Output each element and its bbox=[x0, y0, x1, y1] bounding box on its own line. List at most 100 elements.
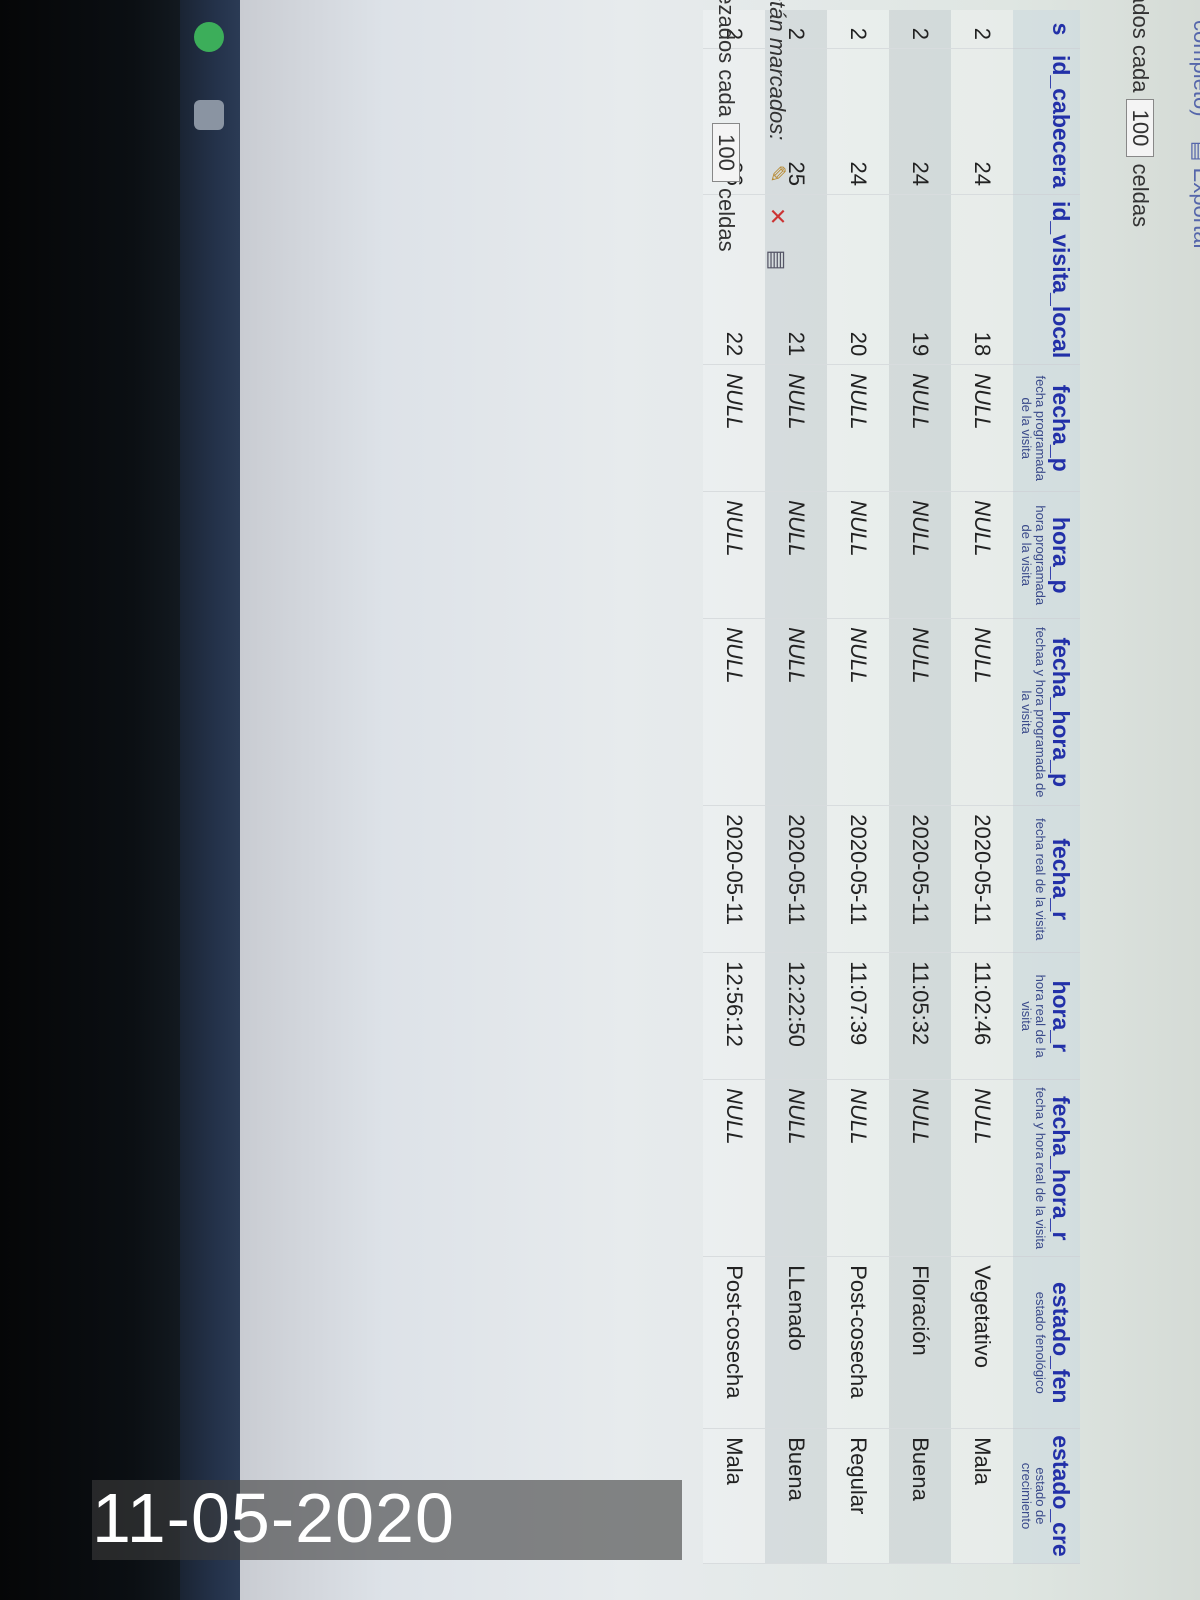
table-cell-fecha-hora-p[interactable]: NULL bbox=[765, 618, 827, 806]
repeat-headers-control-bottom: bezados cada 100 celdas bbox=[712, 0, 740, 252]
column-description: fecha y hora real de la visita bbox=[1033, 1087, 1048, 1250]
table-cell-s[interactable]: 2 bbox=[889, 10, 951, 49]
column-header-fecha-hora-p[interactable]: fecha_hora_p fechaa y hora programada de … bbox=[1013, 618, 1080, 806]
table-cell-hora-r[interactable]: 12:22:50 bbox=[765, 952, 827, 1080]
taskbar bbox=[180, 0, 240, 1600]
repeat-headers-bottom-prefix: bezados cada bbox=[714, 0, 739, 117]
table-cell-hora-p[interactable]: NULL bbox=[765, 491, 827, 619]
column-name[interactable]: id_visita_local bbox=[1048, 201, 1074, 358]
column-name[interactable]: fecha_r bbox=[1048, 838, 1074, 920]
marked-label: stán marcados: bbox=[765, 0, 790, 141]
edit-icon[interactable]: ✎ bbox=[764, 165, 790, 183]
column-header-fecha-p[interactable]: fecha_p fecha programada de la visita bbox=[1013, 364, 1080, 492]
table-cell-fecha-hora-r[interactable]: NULL bbox=[951, 1079, 1013, 1257]
top-links: completo) ▤ Exportar bbox=[1188, 20, 1200, 251]
table-cell-estado-cre[interactable]: Mala bbox=[703, 1428, 765, 1564]
table-cell-estado-cre[interactable]: Buena bbox=[765, 1428, 827, 1564]
table-cell-fecha-p[interactable]: NULL bbox=[703, 364, 765, 492]
column-name[interactable]: s bbox=[1048, 23, 1074, 36]
table-cell-id-cabecera[interactable]: 24 bbox=[827, 48, 889, 195]
table-cell-fecha-p[interactable]: NULL bbox=[889, 364, 951, 492]
table-cell-id-cabecera[interactable]: 24 bbox=[889, 48, 951, 195]
table-cell-fecha-r[interactable]: 2020-05-11 bbox=[889, 805, 951, 953]
table-cell-fecha-p[interactable]: NULL bbox=[827, 364, 889, 492]
table-cell-fecha-r[interactable]: 2020-05-11 bbox=[765, 805, 827, 953]
table-cell-hora-p[interactable]: NULL bbox=[951, 491, 1013, 619]
table-cell-fecha-r[interactable]: 2020-05-11 bbox=[827, 805, 889, 953]
table-cell-fecha-hora-p[interactable]: NULL bbox=[889, 618, 951, 806]
column-name[interactable]: fecha_p bbox=[1048, 385, 1074, 472]
table-row[interactable]: 2 24 19 NULL NULL NULL 2020-05-11 11:05:32 NULL F… bbox=[889, 10, 951, 1564]
column-header-estado-cre[interactable]: estado_cre estado de crecimiento bbox=[1013, 1428, 1080, 1564]
table-cell-id-visita-local[interactable]: 20 bbox=[827, 194, 889, 365]
column-header-hora-r[interactable]: hora_r hora real de la visita bbox=[1013, 952, 1080, 1080]
table-cell-estado-fen[interactable]: Floración bbox=[889, 1256, 951, 1429]
column-description: fecha programada de la visita bbox=[1019, 375, 1048, 481]
table-cell-fecha-hora-r[interactable]: NULL bbox=[889, 1079, 951, 1257]
table-row[interactable]: 2 24 18 NULL NULL NULL 2020-05-11 11:02:46 NULL V… bbox=[951, 10, 1013, 1564]
table-cell-hora-p[interactable]: NULL bbox=[827, 491, 889, 619]
delete-icon[interactable]: ✕ bbox=[764, 207, 790, 225]
column-header-id-visita-local[interactable]: id_visita_local bbox=[1013, 194, 1080, 365]
column-header-s[interactable]: s bbox=[1013, 10, 1080, 49]
table-cell-estado-fen[interactable]: Post-cosecha bbox=[703, 1256, 765, 1429]
export-link[interactable]: Exportar bbox=[1189, 168, 1200, 251]
table-cell-estado-fen[interactable]: Post-cosecha bbox=[827, 1256, 889, 1429]
results-table: s id_cabecera id_visita_local fecha_p fecha … bbox=[703, 10, 1080, 1564]
column-header-estado-fen[interactable]: estado_fen estado fenológico bbox=[1013, 1256, 1080, 1429]
table-cell-hora-r[interactable]: 11:05:32 bbox=[889, 952, 951, 1080]
table-cell-id-cabecera[interactable]: 24 bbox=[951, 48, 1013, 195]
column-name[interactable]: fecha_hora_r bbox=[1048, 1096, 1074, 1240]
monitor-bezel bbox=[0, 0, 190, 1600]
table-cell-hora-p[interactable]: NULL bbox=[703, 491, 765, 619]
column-description: hora real de la visita bbox=[1019, 974, 1048, 1058]
marked-actions: stán marcados: ✎ ✕ ▤ bbox=[764, 0, 790, 270]
table-cell-s[interactable]: 2 bbox=[827, 10, 889, 49]
browser-screen: completo) ▤ Exportar zados cada 100 celd… bbox=[240, 0, 1200, 1600]
table-cell-fecha-hora-r[interactable]: NULL bbox=[765, 1079, 827, 1257]
table-row[interactable]: 2 24 20 NULL NULL NULL 2020-05-11 11:07:39 NULL P… bbox=[827, 10, 889, 1564]
column-name[interactable]: estado_cre bbox=[1048, 1435, 1074, 1556]
column-header-hora-p[interactable]: hora_p hora programada de la visita bbox=[1013, 491, 1080, 619]
table-cell-fecha-hora-p[interactable]: NULL bbox=[827, 618, 889, 806]
column-description: fecha real de la visita bbox=[1033, 818, 1048, 941]
table-cell-fecha-hora-p[interactable]: NULL bbox=[951, 618, 1013, 806]
export-selected-icon[interactable]: ▤ bbox=[764, 250, 790, 271]
table-cell-estado-cre[interactable]: Mala bbox=[951, 1428, 1013, 1564]
column-description: estado fenológico bbox=[1033, 1291, 1048, 1394]
column-name[interactable]: fecha_hora_p bbox=[1048, 637, 1074, 787]
column-name[interactable]: hora_p bbox=[1048, 517, 1074, 594]
table-cell-hora-r[interactable]: 11:07:39 bbox=[827, 952, 889, 1080]
table-cell-estado-fen[interactable]: LLenado bbox=[765, 1256, 827, 1429]
column-header-fecha-r[interactable]: fecha_r fecha real de la visita bbox=[1013, 805, 1080, 953]
app-icon-gray[interactable] bbox=[194, 100, 224, 130]
table-cell-fecha-r[interactable]: 2020-05-11 bbox=[951, 805, 1013, 953]
table-cell-fecha-hora-r[interactable]: NULL bbox=[827, 1079, 889, 1257]
table-cell-fecha-hora-p[interactable]: NULL bbox=[703, 618, 765, 806]
column-name[interactable]: id_cabecera bbox=[1048, 55, 1074, 188]
column-name[interactable]: hora_r bbox=[1048, 980, 1074, 1052]
table-cell-hora-p[interactable]: NULL bbox=[889, 491, 951, 619]
table-cell-fecha-p[interactable]: NULL bbox=[765, 364, 827, 492]
table-cell-fecha-p[interactable]: NULL bbox=[951, 364, 1013, 492]
repeat-headers-input[interactable]: 100 bbox=[1126, 98, 1154, 158]
column-name[interactable]: estado_fen bbox=[1048, 1282, 1074, 1403]
complete-link[interactable]: completo) bbox=[1189, 20, 1200, 117]
repeat-headers-control: zados cada 100 celdas bbox=[1126, 0, 1154, 227]
table-header-row: s id_cabecera id_visita_local fecha_p fecha … bbox=[1013, 10, 1080, 1564]
table-cell-estado-fen[interactable]: Vegetativo bbox=[951, 1256, 1013, 1429]
table-cell-fecha-r[interactable]: 2020-05-11 bbox=[703, 805, 765, 953]
table-cell-fecha-hora-r[interactable]: NULL bbox=[703, 1079, 765, 1257]
column-header-id-cabecera[interactable]: id_cabecera bbox=[1013, 48, 1080, 195]
table-cell-hora-r[interactable]: 11:02:46 bbox=[951, 952, 1013, 1080]
table-cell-id-visita-local[interactable]: 18 bbox=[951, 194, 1013, 365]
table-cell-s[interactable]: 2 bbox=[951, 10, 1013, 49]
table-cell-estado-cre[interactable]: Buena bbox=[889, 1428, 951, 1564]
repeat-headers-bottom-suffix: celdas bbox=[714, 187, 739, 252]
app-icon-green[interactable] bbox=[194, 22, 224, 52]
repeat-headers-bottom-input[interactable]: 100 bbox=[712, 123, 740, 182]
column-header-fecha-hora-r[interactable]: fecha_hora_r fecha y hora real de la visi… bbox=[1013, 1079, 1080, 1257]
table-cell-estado-cre[interactable]: Regular bbox=[827, 1428, 889, 1564]
table-cell-hora-r[interactable]: 12:56:12 bbox=[703, 952, 765, 1080]
table-cell-id-visita-local[interactable]: 19 bbox=[889, 194, 951, 365]
